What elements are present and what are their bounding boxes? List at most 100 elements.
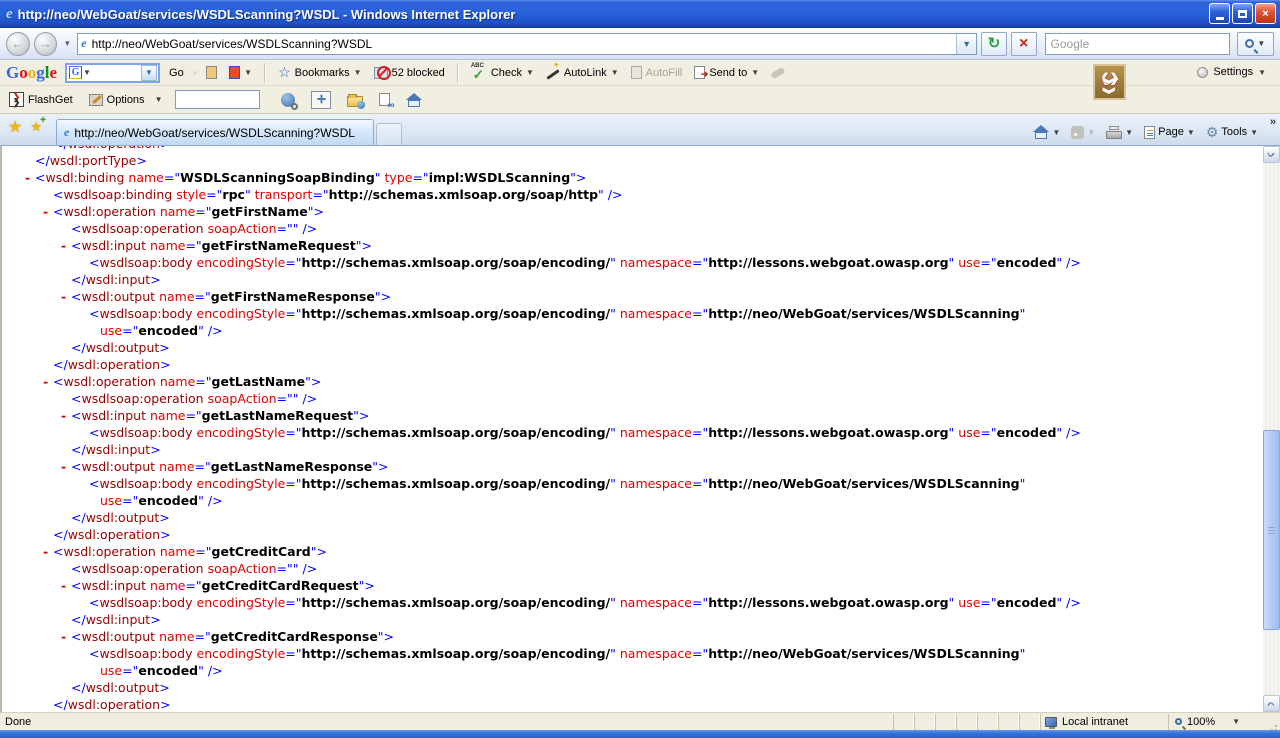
collapse-toggle[interactable]: -	[61, 407, 66, 424]
bookmarks-button[interactable]: ☆ Bookmarks▼	[275, 62, 365, 83]
minimize-button[interactable]	[1209, 3, 1230, 24]
autofill-icon	[631, 66, 642, 79]
home-button[interactable]: ▼	[1031, 123, 1062, 141]
intranet-zone-icon	[1045, 717, 1057, 727]
flashget-capture-button[interactable]: ✛	[308, 89, 334, 111]
printer-icon	[1106, 126, 1122, 139]
address-url[interactable]: http://neo/WebGoat/services/WSDLScanning…	[92, 37, 957, 51]
send-to-button[interactable]: ➜ Send to▼	[691, 64, 762, 81]
stop-button[interactable]: ×	[1011, 32, 1037, 56]
zoom-control[interactable]: 100% ▼	[1168, 714, 1264, 730]
search-box[interactable]	[1045, 33, 1230, 55]
flashget-site-explorer-button[interactable]	[344, 91, 366, 109]
address-field[interactable]: e http://neo/WebGoat/services/WSDLScanni…	[77, 33, 977, 55]
search-input[interactable]	[1051, 37, 1229, 51]
google-g-icon: G	[69, 66, 82, 79]
google-search-dropdown[interactable]: ▼	[141, 65, 157, 81]
flashget-download-page-button[interactable]	[376, 91, 393, 108]
vertical-scrollbar[interactable]: ᨆ ᨈ	[1263, 146, 1280, 712]
collapse-toggle[interactable]: -	[61, 577, 66, 594]
google-toolbar: Google G ▼ ▼ Go » ▼ ☆ Bookmarks▼ 52 bloc…	[0, 60, 1280, 86]
favorites-center-icon[interactable]: ★	[8, 117, 22, 137]
scrollbar-thumb[interactable]	[1263, 430, 1280, 630]
popup-blocker-button[interactable]: 52 blocked	[371, 65, 448, 81]
collapse-toggle[interactable]: -	[43, 203, 48, 220]
xml-line: <wsdlsoap:body encodingStyle="http://sch…	[2, 594, 1263, 611]
highlighter-button[interactable]	[768, 68, 788, 78]
xml-line: use="encoded" />	[2, 322, 1263, 339]
collapse-toggle[interactable]: -	[61, 458, 66, 475]
bookmarks-star-icon: ☆	[278, 64, 291, 81]
flashget-search-input[interactable]	[176, 91, 259, 108]
flashget-button[interactable]: ❯❯ FlashGet	[6, 90, 76, 109]
collapse-toggle[interactable]: -	[43, 543, 48, 560]
gear-icon: ⚙	[1206, 125, 1219, 139]
tools-menu-button[interactable]: ⚙Tools▼	[1204, 123, 1260, 141]
toolbar-overflow-chevron[interactable]: »	[1270, 116, 1276, 128]
scroll-down-button[interactable]: ᨈ	[1263, 695, 1280, 712]
xml-line: </wsdl:output>	[2, 679, 1263, 696]
scroll-up-button[interactable]: ᨆ	[1263, 146, 1280, 163]
active-tab[interactable]: e http://neo/WebGoat/services/WSDLScanni…	[56, 119, 374, 145]
toolbar-expander-icon[interactable]: »	[193, 68, 197, 77]
spellcheck-button[interactable]: ABC✓ Check▼	[468, 63, 537, 83]
refresh-button[interactable]: ↻	[981, 32, 1007, 56]
autolink-button[interactable]: AutoLink▼	[543, 65, 622, 81]
collapse-toggle[interactable]: -	[43, 373, 48, 390]
collapse-toggle[interactable]: -	[61, 237, 66, 254]
google-logo-letter: g	[36, 63, 45, 82]
xml-line: <wsdlsoap:body encodingStyle="http://sch…	[2, 475, 1263, 492]
settings-orb-icon	[1197, 67, 1208, 78]
flashget-home-button[interactable]	[403, 91, 425, 109]
status-pane	[998, 714, 1019, 730]
xml-line: -<wsdl:input name="getFirstNameRequest">	[2, 237, 1263, 254]
status-pane	[1019, 714, 1040, 730]
collapse-toggle[interactable]: -	[25, 169, 30, 186]
add-favorite-icon[interactable]: ★	[30, 119, 42, 135]
address-dropdown[interactable]: ▼	[956, 34, 976, 54]
print-button[interactable]: ▼	[1104, 124, 1135, 141]
xml-line: </wsdl:portType>	[2, 152, 1263, 169]
zoom-dropdown[interactable]: ▼	[1232, 717, 1240, 726]
xml-line: </wsdl:operation>	[2, 696, 1263, 712]
search-options-dropdown[interactable]: ▼	[1257, 39, 1265, 48]
collapse-toggle[interactable]: -	[61, 628, 66, 645]
resize-grip[interactable]	[1264, 714, 1280, 730]
address-bar: ← → ▼ e http://neo/WebGoat/services/WSDL…	[0, 28, 1280, 60]
forward-button[interactable]: →	[34, 32, 58, 56]
xml-line: -<wsdl:output name="getFirstNameResponse…	[2, 288, 1263, 305]
xml-line: -<wsdl:binding name="WSDLScanningSoapBin…	[2, 169, 1263, 186]
news-button[interactable]	[203, 64, 220, 81]
maximize-button[interactable]	[1232, 3, 1253, 24]
close-button[interactable]: ×	[1255, 3, 1276, 24]
flashget-options-button[interactable]: Options ▼	[86, 92, 166, 108]
xml-line: </wsdl:output>	[2, 339, 1263, 356]
gadget-button[interactable]: ▼	[226, 64, 255, 81]
photos-icon	[206, 66, 217, 79]
title-bar[interactable]: e http://neo/WebGoat/services/WSDLScanni…	[0, 0, 1280, 28]
back-button[interactable]: ←	[6, 32, 30, 56]
search-icon	[1245, 39, 1254, 48]
google-search-combo[interactable]: G ▼ ▼	[65, 63, 160, 83]
google-g-dropdown[interactable]: ▼	[83, 68, 91, 77]
abc-check-icon: ABC✓	[471, 65, 487, 81]
new-tab-button[interactable]	[376, 123, 402, 145]
refresh-icon: ↻	[988, 36, 1001, 51]
status-pane	[893, 714, 914, 730]
autofill-button: AutoFill	[628, 64, 686, 81]
settings-button[interactable]: Settings ▼	[1197, 66, 1266, 78]
xml-line: <wsdlsoap:body encodingStyle="http://sch…	[2, 424, 1263, 441]
recent-pages-dropdown[interactable]: ▼	[63, 39, 71, 48]
options-hammer-icon	[89, 94, 103, 106]
xml-line: </wsdl:input>	[2, 441, 1263, 458]
xml-line: </wsdl:input>	[2, 611, 1263, 628]
flashget-search-button[interactable]	[278, 91, 298, 109]
rss-feed-icon	[1071, 126, 1084, 139]
search-button[interactable]: ▼	[1237, 32, 1274, 56]
flashget-search-field[interactable]	[175, 90, 260, 109]
flashget-badge-icon[interactable]: ❮❯❱❱	[1093, 64, 1126, 100]
xml-line: -<wsdl:operation name="getLastName">	[2, 373, 1263, 390]
page-menu-button[interactable]: Page▼	[1142, 124, 1197, 141]
go-button[interactable]: Go	[166, 65, 187, 81]
collapse-toggle[interactable]: -	[61, 288, 66, 305]
